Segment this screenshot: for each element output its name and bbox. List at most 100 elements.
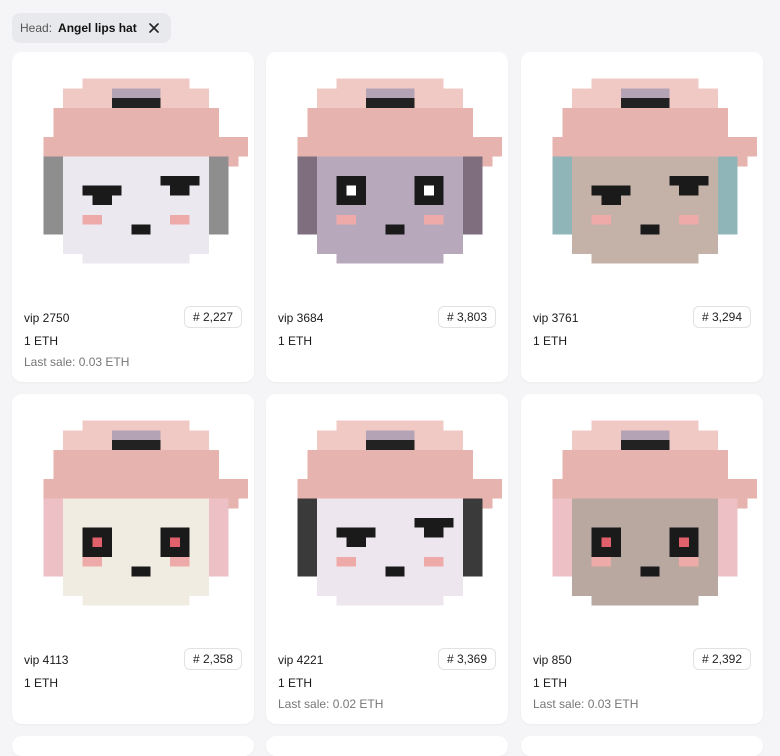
- nft-card[interactable]: vip 2750 # 2,227 1 ETH Last sale: 0.03 E…: [12, 52, 254, 382]
- nft-card-partial[interactable]: [521, 736, 763, 756]
- rarity-rank-badge: # 2,358: [183, 648, 242, 670]
- hair-right: [718, 156, 738, 235]
- hat-lips-line: [365, 98, 415, 108]
- hair-left: [43, 498, 64, 577]
- nft-image: [34, 408, 248, 628]
- pixel-avatar: [552, 78, 757, 264]
- nft-card-partial[interactable]: [266, 736, 508, 756]
- hair-right: [209, 156, 229, 235]
- blush-right: [424, 556, 444, 567]
- nft-price: 1 ETH: [533, 676, 568, 690]
- nft-card[interactable]: vip 4221 # 3,369 1 ETH Last sale: 0.02 E…: [266, 394, 508, 724]
- blush-left: [336, 556, 357, 567]
- hat-brim-tip: [482, 488, 493, 509]
- hair-right: [463, 498, 483, 577]
- eye-left-shine: [346, 185, 357, 196]
- hat-top: [336, 78, 444, 89]
- eye-right-shine: [170, 537, 180, 548]
- hair-right: [463, 156, 483, 235]
- blush-left: [591, 556, 612, 567]
- hat-lips-line: [111, 440, 161, 450]
- hat-brim: [552, 479, 757, 499]
- blush-left: [591, 214, 612, 225]
- pixel-avatar: [43, 420, 248, 606]
- eye-left: [336, 527, 376, 538]
- hat-body: [53, 107, 219, 138]
- mouth: [385, 566, 405, 577]
- eye-left-lower: [601, 195, 621, 206]
- nft-name: vip 4221: [278, 653, 324, 667]
- blush-left: [82, 556, 103, 567]
- chin: [591, 595, 699, 606]
- mouth: [385, 224, 405, 235]
- filter-key: Head:: [20, 21, 53, 35]
- chin: [336, 253, 444, 264]
- hair-left: [552, 498, 573, 577]
- nft-card[interactable]: vip 3684 # 3,803 1 ETH: [266, 52, 508, 382]
- eye-left-lower: [346, 537, 366, 548]
- nft-image: [543, 408, 757, 628]
- nft-price: 1 ETH: [278, 334, 313, 348]
- last-sale: Last sale: 0.03 ETH: [24, 355, 130, 369]
- nft-name: vip 3684: [278, 311, 324, 325]
- hat-top: [82, 78, 190, 89]
- nft-name: vip 850: [533, 653, 572, 667]
- pixel-avatar: [297, 78, 502, 264]
- hat-body: [307, 449, 473, 480]
- eye-right-lower: [424, 527, 444, 538]
- mouth: [640, 566, 660, 577]
- blush-right: [679, 556, 699, 567]
- rarity-rank-badge: # 2,227: [183, 306, 242, 328]
- chin: [82, 253, 190, 264]
- hat-brim-tip: [737, 146, 748, 167]
- chin: [336, 595, 444, 606]
- hat-brim-tip: [482, 146, 493, 167]
- rarity-rank-badge: # 2,392: [692, 648, 751, 670]
- filter-chip-head[interactable]: Head: Angel lips hat: [12, 13, 171, 43]
- hair-left: [43, 156, 64, 235]
- blush-left: [336, 214, 357, 225]
- nft-card[interactable]: vip 850 # 2,392 1 ETH Last sale: 0.03 ET…: [521, 394, 763, 724]
- eye-right-lower: [679, 185, 699, 196]
- hat-top: [591, 78, 699, 89]
- eye-left: [591, 185, 631, 196]
- hair-left: [297, 498, 318, 577]
- nft-price: 1 ETH: [24, 334, 59, 348]
- nft-name: vip 4113: [24, 653, 69, 667]
- hat-brim: [552, 137, 757, 157]
- blush-right: [679, 214, 699, 225]
- hat-body: [307, 107, 473, 138]
- hat-lips-line: [620, 440, 670, 450]
- close-icon[interactable]: [147, 21, 161, 35]
- eye-right: [414, 518, 454, 528]
- last-sale: Last sale: 0.02 ETH: [278, 697, 384, 711]
- hair-left: [552, 156, 573, 235]
- hat-top: [336, 420, 444, 431]
- eye-right-shine: [679, 537, 689, 548]
- hat-body: [53, 449, 219, 480]
- nft-price: 1 ETH: [533, 334, 568, 348]
- active-filters: Head: Angel lips hat: [12, 13, 171, 43]
- hat-top: [591, 420, 699, 431]
- hat-lips-line: [111, 98, 161, 108]
- nft-price: 1 ETH: [24, 676, 59, 690]
- pixel-avatar: [43, 78, 248, 264]
- rarity-rank-badge: # 3,294: [692, 306, 751, 328]
- nft-card-partial[interactable]: [12, 736, 254, 756]
- nft-image: [288, 408, 502, 628]
- nft-image: [288, 66, 502, 286]
- nft-card[interactable]: vip 3761 # 3,294 1 ETH: [521, 52, 763, 382]
- hat-brim: [297, 137, 502, 157]
- eye-right: [160, 176, 200, 186]
- blush-right: [424, 214, 444, 225]
- hat-brim: [43, 137, 248, 157]
- blush-right: [170, 556, 190, 567]
- hat-brim: [43, 479, 248, 499]
- hat-brim-tip: [737, 488, 748, 509]
- nft-card[interactable]: vip 4113 # 2,358 1 ETH: [12, 394, 254, 724]
- mouth: [131, 566, 151, 577]
- chin: [591, 253, 699, 264]
- filter-value: Angel lips hat: [58, 21, 137, 35]
- chin: [82, 595, 190, 606]
- nft-name: vip 3761: [533, 311, 579, 325]
